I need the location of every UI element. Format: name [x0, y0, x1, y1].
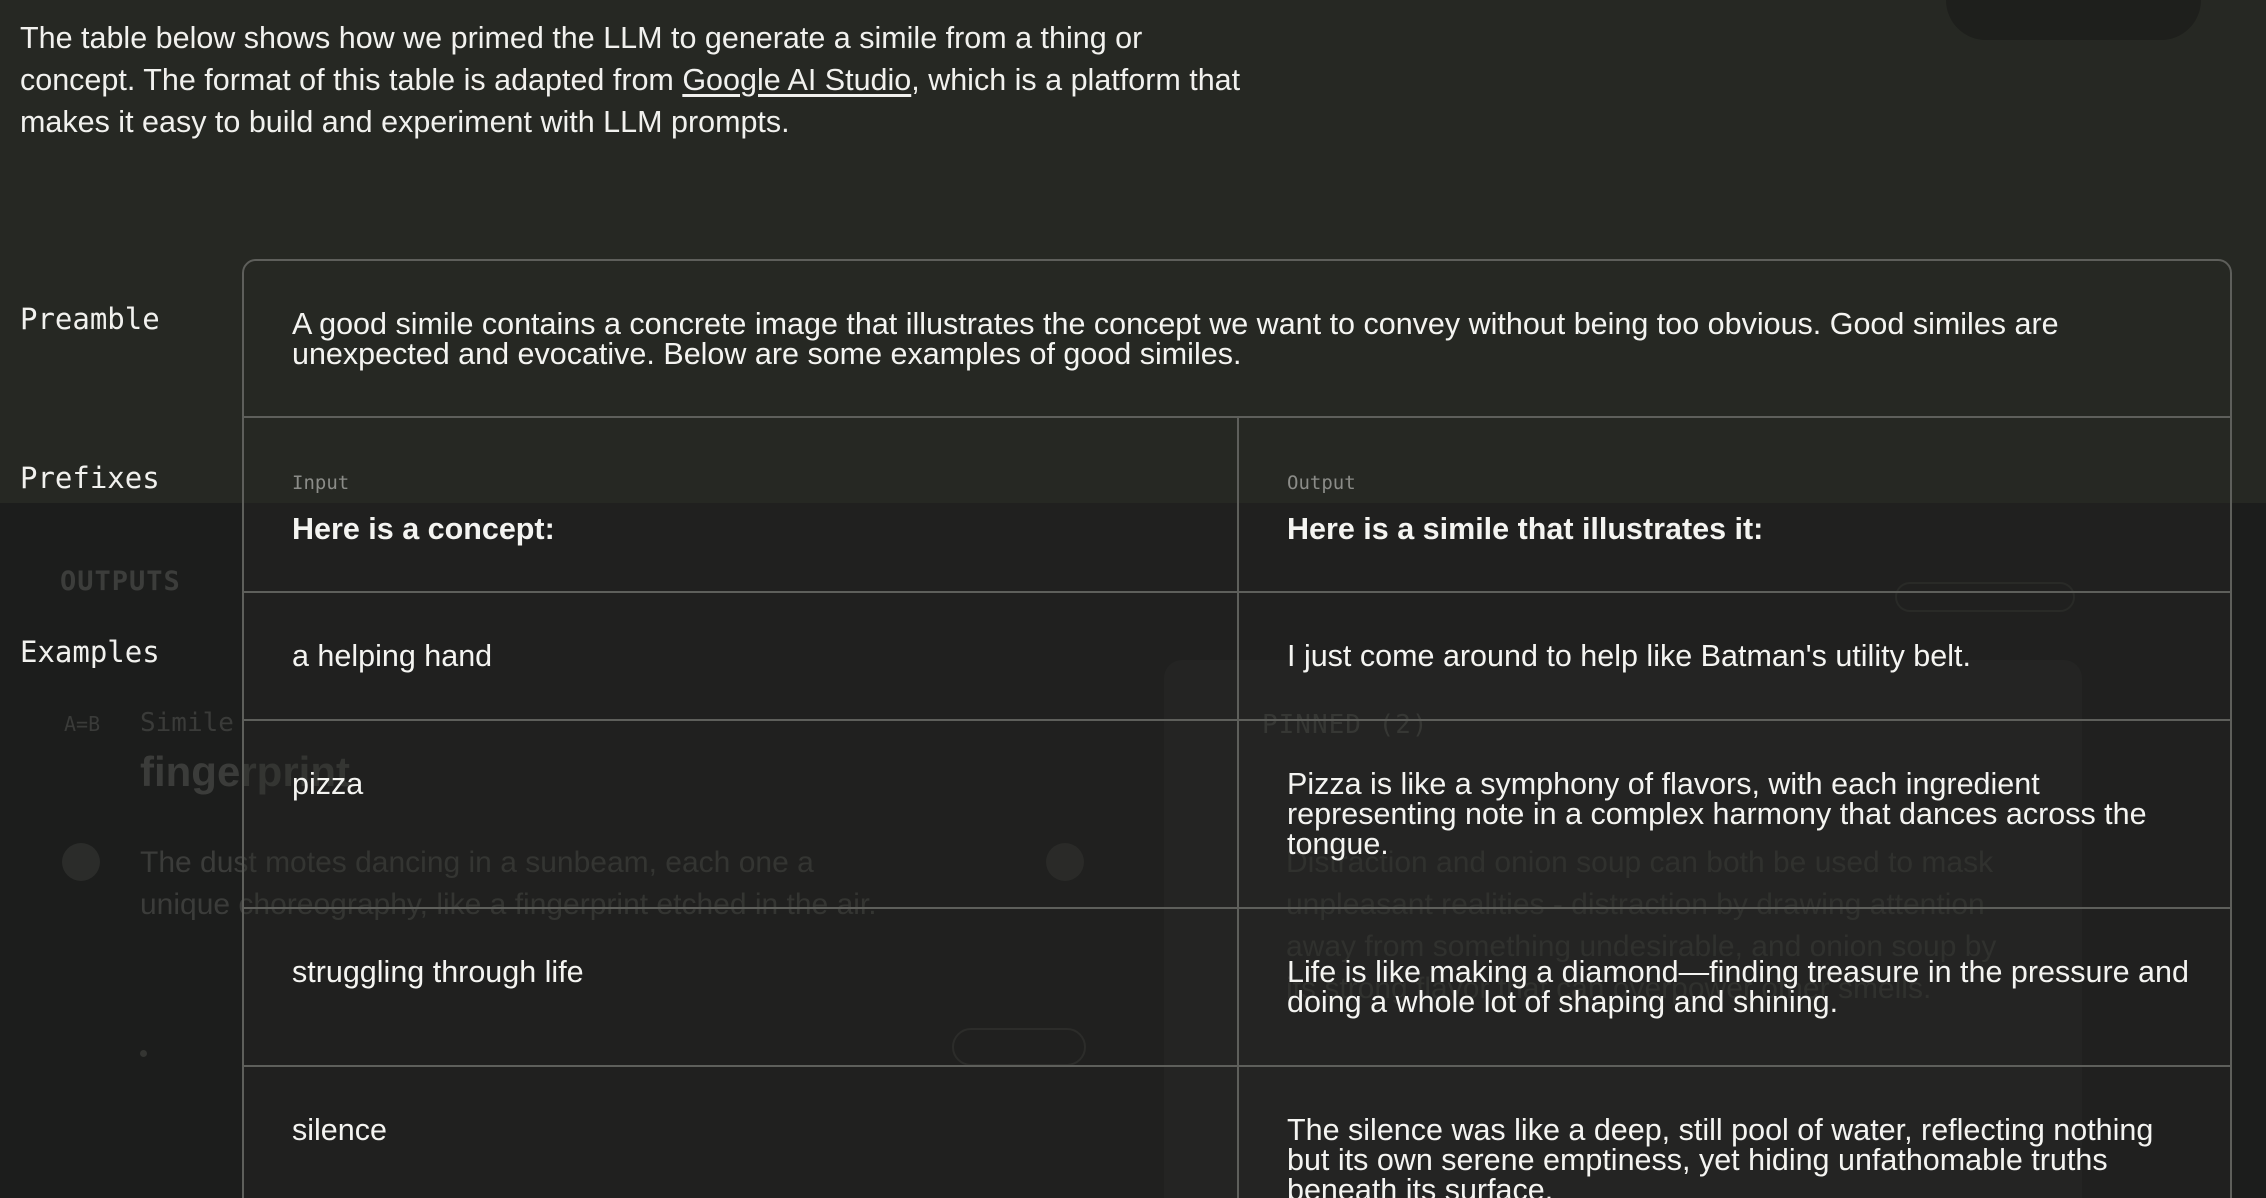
- background-ab-tag: A=B: [64, 712, 101, 736]
- input-prefix-text: Here is a concept:: [292, 512, 555, 546]
- background-avatar-icon: [62, 843, 100, 881]
- example-input-cell: struggling through life: [244, 909, 1239, 1067]
- prefixes-label: Prefixes: [20, 461, 160, 495]
- input-prefix-cell: Input Here is a concept:: [244, 418, 1239, 593]
- google-ai-studio-link[interactable]: Google AI Studio: [682, 63, 911, 97]
- examples-label: Examples: [20, 635, 160, 669]
- output-label: Output: [1287, 472, 1356, 494]
- example-output-text: Life is like making a diamond—finding tr…: [1287, 955, 2189, 1019]
- preamble-text: A good simile contains a concrete image …: [292, 307, 2059, 371]
- output-prefix-cell: Output Here is a simile that illustrates…: [1239, 418, 2230, 593]
- input-label: Input: [292, 472, 350, 494]
- preamble-cell: A good simile contains a concrete image …: [244, 261, 2230, 418]
- example-input-text: pizza: [292, 767, 364, 801]
- example-input-text: struggling through life: [292, 955, 584, 989]
- example-input-cell: pizza: [244, 721, 1239, 909]
- background-outputs-heading: OUTPUTS: [60, 566, 181, 597]
- example-output-cell: Pizza is like a symphony of flavors, wit…: [1239, 721, 2230, 909]
- example-output-text: I just come around to help like Batman's…: [1287, 639, 1971, 673]
- example-input-cell: a helping hand: [244, 593, 1239, 721]
- background-bullet: [140, 1050, 147, 1057]
- example-input-text: a helping hand: [292, 639, 493, 673]
- prompt-table: A good simile contains a concrete image …: [242, 259, 2232, 1198]
- background-simile-label: Simile: [140, 708, 234, 738]
- example-input-cell: silence: [244, 1067, 1239, 1198]
- example-output-text: Pizza is like a symphony of flavors, wit…: [1287, 767, 2147, 861]
- output-prefix-text: Here is a simile that illustrates it:: [1287, 512, 1764, 546]
- background-pill-button: [1946, 0, 2201, 40]
- example-output-cell: I just come around to help like Batman's…: [1239, 593, 2230, 721]
- example-input-text: silence: [292, 1113, 387, 1147]
- intro-paragraph: The table below shows how we primed the …: [20, 17, 1250, 143]
- preamble-label: Preamble: [20, 302, 160, 336]
- example-output-cell: The silence was like a deep, still pool …: [1239, 1067, 2230, 1198]
- example-output-text: The silence was like a deep, still pool …: [1287, 1113, 2154, 1198]
- example-output-cell: Life is like making a diamond—finding tr…: [1239, 909, 2230, 1067]
